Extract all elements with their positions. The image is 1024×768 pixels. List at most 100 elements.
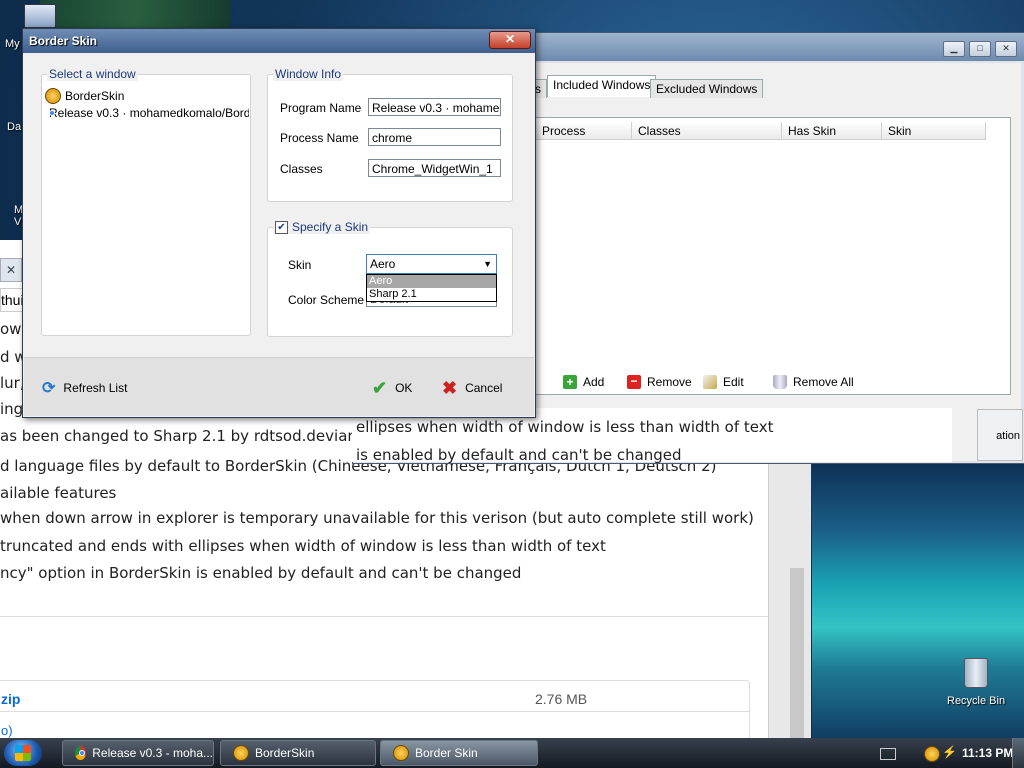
browser-scrollbar[interactable] xyxy=(790,568,804,738)
overlay-text-line: is enabled by default and can't be chang… xyxy=(356,446,682,464)
taskbar-item-border-skin-dialog[interactable]: Border Skin xyxy=(380,740,538,766)
cross-icon: ✖ xyxy=(442,377,458,398)
edit-icon xyxy=(703,375,717,389)
skin-label: Skin xyxy=(288,258,312,272)
windows-logo-icon xyxy=(15,745,31,761)
asset-divider xyxy=(0,711,749,712)
refresh-list-label: Refresh List xyxy=(63,381,128,395)
clock[interactable]: 11:13 PM xyxy=(962,746,1013,760)
refresh-icon: ⟳ xyxy=(42,380,56,397)
refresh-list-button[interactable]: ⟳ Refresh List xyxy=(42,377,127,399)
taskbar-item-borderskin[interactable]: BorderSkin xyxy=(220,740,376,766)
doc-line: as been changed to Sharp 2.1 by rdtsod.d… xyxy=(0,427,398,445)
select-window-legend: Select a window xyxy=(47,67,138,81)
program-name-label: Program Name xyxy=(280,101,362,115)
tab-included-windows[interactable]: Included Windows xyxy=(547,75,657,97)
show-desktop-button[interactable] xyxy=(1012,738,1024,768)
process-name-label: Process Name xyxy=(280,131,359,145)
chrome-icon xyxy=(75,746,87,760)
remove-icon: − xyxy=(627,375,641,389)
skin-select[interactable]: Aero ▼ xyxy=(366,254,497,274)
taskbar-item-browser[interactable]: Release v0.3 - moha... xyxy=(62,740,214,766)
keyboard-icon[interactable] xyxy=(880,748,896,760)
taskbar: Release v0.3 - moha... BorderSkin Border… xyxy=(0,738,1024,768)
window-info-legend: Window Info xyxy=(273,67,344,81)
desktop-v-label: V xyxy=(14,216,22,228)
close-icon[interactable]: ✕ xyxy=(995,41,1017,57)
asset-source-link[interactable]: o) xyxy=(1,723,13,738)
color-scheme-label: Color Scheme xyxy=(288,293,365,307)
main-window-side-label: ation xyxy=(977,409,1023,461)
ok-button-label: OK xyxy=(395,381,413,395)
tab-excluded-windows[interactable]: Excluded Windows xyxy=(650,79,764,98)
add-icon: + xyxy=(563,375,577,389)
doc-divider xyxy=(0,616,768,617)
overlay-text-line: ellipses when width of window is less th… xyxy=(356,418,774,436)
column-classes[interactable]: Classes xyxy=(632,122,782,140)
border-skin-dialog: Border Skin ✕ Select a window BorderSkin… xyxy=(22,28,536,418)
tray-borderskin-icon[interactable] xyxy=(924,746,940,765)
doc-line: lur, xyxy=(0,374,25,392)
specify-skin-legend: Specify a Skin xyxy=(292,220,369,234)
trash-icon xyxy=(773,375,787,389)
window-list-item-label: BorderSkin xyxy=(65,88,125,103)
dialog-button-bar: ⟳ Refresh List ✔ OK ✖ Cancel xyxy=(24,357,534,416)
column-process[interactable]: Process xyxy=(536,122,632,140)
cancel-button-label: Cancel xyxy=(465,381,503,395)
recycle-bin-icon[interactable] xyxy=(964,658,988,688)
select-window-group: Select a window BorderSkin Release v0.3 … xyxy=(41,67,251,336)
taskbar-item-label: BorderSkin xyxy=(255,746,315,760)
remove-button[interactable]: − Remove xyxy=(627,371,692,393)
dialog-titlebar[interactable]: Border Skin ✕ xyxy=(23,29,535,53)
minimize-icon[interactable]: ▁ xyxy=(943,41,965,57)
program-name-field[interactable]: Release v0.3 · mohamedkomalo xyxy=(368,98,501,116)
included-windows-list[interactable]: Process Classes Has Skin Skin xyxy=(535,117,1011,395)
column-skin[interactable]: Skin xyxy=(882,122,986,140)
skin-option-aero[interactable]: Aero xyxy=(367,275,496,288)
skin-option-sharp[interactable]: Sharp 2.1 xyxy=(367,288,496,301)
window-list-item[interactable]: Release v0.3 · mohamedkomalo/Border xyxy=(45,104,249,121)
remove-all-button[interactable]: Remove All xyxy=(773,371,854,393)
process-name-field[interactable]: chrome xyxy=(368,128,501,146)
taskbar-item-label: Release v0.3 - moha... xyxy=(92,746,213,760)
network-icon[interactable]: ⚡ xyxy=(942,745,957,759)
skin-dropdown-list[interactable]: Aero Sharp 2.1 xyxy=(366,274,497,302)
asset-file-size: 2.76 MB xyxy=(535,691,588,707)
window-list-item-label: Release v0.3 · mohamedkomalo/Border xyxy=(49,105,249,120)
add-button[interactable]: + Add xyxy=(563,371,604,393)
doc-line: when down arrow in explorer is temporary… xyxy=(0,509,754,527)
column-has-skin[interactable]: Has Skin xyxy=(782,122,882,140)
classes-label: Classes xyxy=(280,162,323,176)
doc-line: ncy" option in BorderSkin is enabled by … xyxy=(0,564,522,582)
release-asset-card: zip 2.76 MB o) xyxy=(0,680,750,740)
taskbar-item-label: Border Skin xyxy=(415,746,478,760)
specify-skin-group: ✔ Specify a Skin Skin Color Scheme Defau… xyxy=(267,220,513,337)
skin-select-value: Aero xyxy=(370,257,396,271)
ok-button[interactable]: ✔ OK xyxy=(372,377,412,399)
maximize-icon[interactable]: □ xyxy=(969,41,991,57)
doc-line: ing xyxy=(0,400,24,418)
borderskin-icon xyxy=(233,745,249,761)
edit-button-label: Edit xyxy=(723,375,744,389)
checkmark-icon: ✔ xyxy=(372,377,388,398)
specify-skin-checkbox[interactable]: ✔ xyxy=(275,220,288,234)
start-button[interactable] xyxy=(4,740,42,766)
my-computer-label: My xyxy=(5,38,20,50)
borderskin-icon xyxy=(393,745,409,761)
browser-tab-close-icon[interactable]: ✕ xyxy=(0,258,22,282)
window-list-item[interactable]: BorderSkin xyxy=(45,87,249,104)
doc-line: truncated and ends with ellipses when wi… xyxy=(0,537,606,555)
asset-file-link[interactable]: zip xyxy=(1,691,20,707)
cancel-button[interactable]: ✖ Cancel xyxy=(442,377,502,399)
classes-field[interactable]: Chrome_WidgetWin_1 xyxy=(368,159,501,177)
add-button-label: Add xyxy=(583,375,605,389)
specify-skin-toggle[interactable]: ✔ Specify a Skin xyxy=(273,220,371,234)
desktop-data-label: Da xyxy=(7,121,22,133)
edit-button[interactable]: Edit xyxy=(703,371,744,393)
dialog-close-icon[interactable]: ✕ xyxy=(489,31,531,49)
remove-all-button-label: Remove All xyxy=(793,375,854,389)
window-info-group: Window Info Program Name Release v0.3 · … xyxy=(267,67,513,202)
doc-line: ailable features xyxy=(0,484,117,502)
my-computer-icon[interactable] xyxy=(24,4,56,28)
chevron-down-icon[interactable]: ▼ xyxy=(483,255,492,273)
